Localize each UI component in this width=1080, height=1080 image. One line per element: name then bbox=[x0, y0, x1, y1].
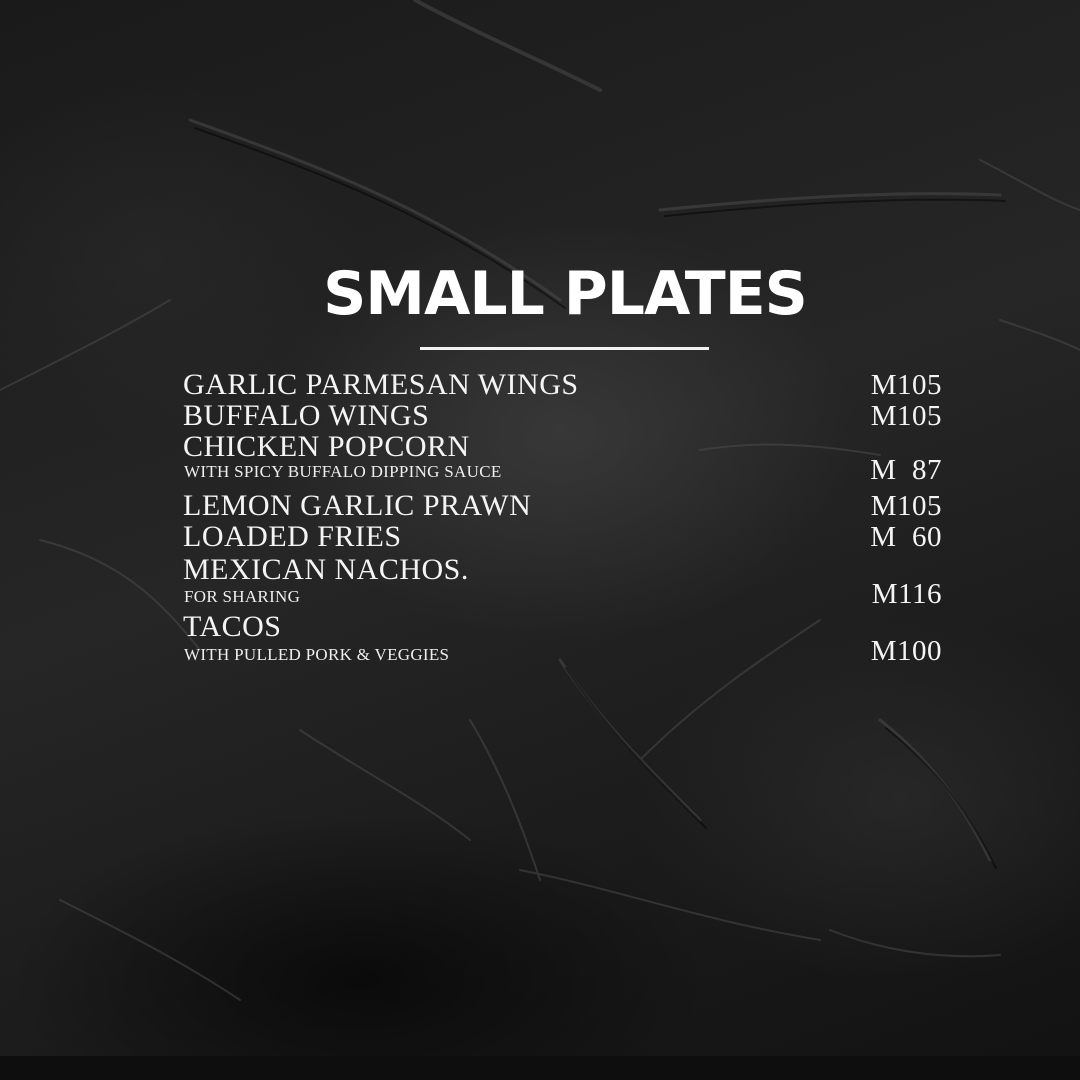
menu-item-name: MEXICAN NACHOS. bbox=[183, 553, 469, 586]
menu-item-name: GARLIC PARMESAN WINGS bbox=[183, 368, 579, 401]
menu-item-price: M105 bbox=[870, 400, 942, 432]
menu-item-name: TACOS bbox=[183, 610, 282, 643]
menu-item-name: LOADED FRIES bbox=[183, 520, 402, 553]
menu-title: SMALL PLATES bbox=[323, 259, 808, 329]
menu-item-price: M116 bbox=[871, 578, 942, 610]
title-underline bbox=[420, 347, 709, 350]
menu-item-note: FOR SHARING bbox=[184, 587, 301, 606]
menu-item-name: CHICKEN POPCORN bbox=[183, 430, 470, 463]
menu-item-note: WITH SPICY BUFFALO DIPPING SAUCE bbox=[184, 462, 502, 481]
menu-item-price: M100 bbox=[870, 635, 942, 667]
menu-item-name: BUFFALO WINGS bbox=[183, 399, 430, 432]
menu-item-price: M 60 bbox=[870, 521, 942, 553]
menu-item-price: M105 bbox=[870, 490, 942, 522]
menu-item-name: LEMON GARLIC PRAWN bbox=[183, 489, 532, 522]
menu-item-price: M 87 bbox=[870, 454, 942, 486]
menu-item-note: WITH PULLED PORK & VEGGIES bbox=[184, 645, 450, 664]
bottom-strip bbox=[0, 1056, 1080, 1080]
menu-item-price: M105 bbox=[870, 369, 942, 401]
